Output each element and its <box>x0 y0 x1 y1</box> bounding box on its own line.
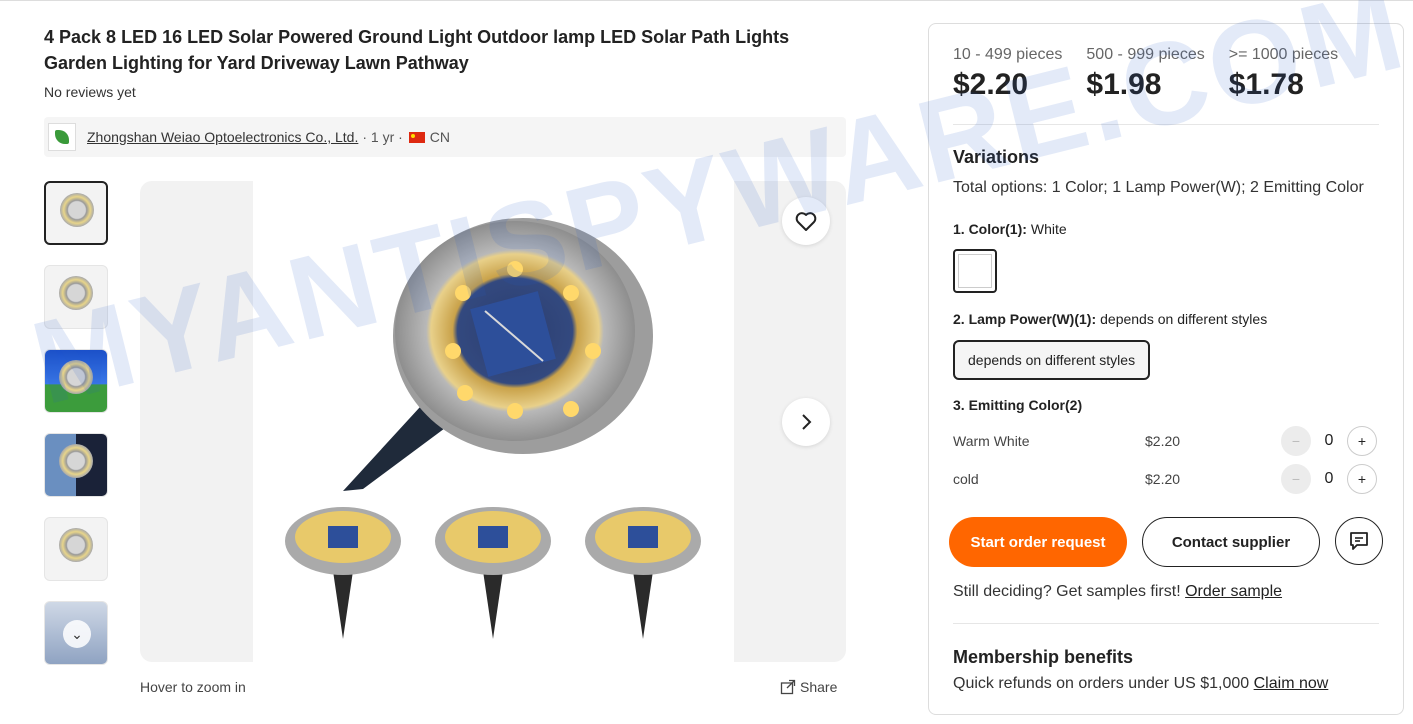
divider <box>953 623 1379 624</box>
increase-quantity-button[interactable]: + <box>1347 464 1377 494</box>
share-icon <box>780 679 796 695</box>
chat-icon <box>1350 532 1368 550</box>
color-swatch-white[interactable] <box>953 249 997 293</box>
reviews-status: No reviews yet <box>44 84 136 100</box>
tier-range: 10 - 499 pieces <box>953 46 1063 63</box>
supplier-years: · 1 yr · <box>362 129 403 145</box>
membership-text: Quick refunds on orders under US $1,000 … <box>953 675 1328 693</box>
thumbnail-list: ⌄ <box>44 181 108 685</box>
supplier-bar: Zhongshan Weiao Optoelectronics Co., Ltd… <box>44 117 846 157</box>
thumbnail-4[interactable] <box>44 433 108 497</box>
tier-range: 500 - 999 pieces <box>1086 46 1205 63</box>
tier-price: $1.98 <box>1086 68 1162 101</box>
increase-quantity-button[interactable]: + <box>1347 426 1377 456</box>
contact-supplier-button[interactable]: Contact supplier <box>1142 517 1320 567</box>
emitting-option-label: 3. Emitting Color(2) <box>953 397 1082 413</box>
purchase-panel: 10 - 499 pieces $2.20 500 - 999 pieces $… <box>928 23 1404 715</box>
supplier-logo[interactable] <box>48 123 76 151</box>
thumbnail-1[interactable] <box>44 181 108 245</box>
tier-price: $2.20 <box>953 68 1029 101</box>
thumbnail-5[interactable] <box>44 517 108 581</box>
power-label: 2. Lamp Power(W)(1): <box>953 311 1097 327</box>
divider <box>953 124 1379 125</box>
thumbnail-2[interactable] <box>44 265 108 329</box>
color-option-label: 1. Color(1): White <box>953 221 1067 237</box>
emitting-option-row: cold $2.20 − 0 + <box>953 463 1381 495</box>
tier-range: >= 1000 pieces <box>1228 46 1339 63</box>
membership-desc: Quick refunds on orders under US $1,000 <box>953 675 1250 692</box>
chevron-down-icon[interactable]: ⌄ <box>63 620 91 648</box>
supplier-country: CN <box>429 129 451 145</box>
price-tiers: 10 - 499 pieces $2.20 500 - 999 pieces $… <box>953 46 1362 102</box>
price-tier: 10 - 499 pieces $2.20 <box>953 46 1062 102</box>
option-price: $2.20 <box>1145 471 1181 487</box>
variations-title: Variations <box>953 147 1040 167</box>
order-sample-link[interactable]: Order sample <box>1185 583 1282 600</box>
thumbnail-6[interactable]: ⌄ <box>44 601 108 665</box>
tier-price: $1.78 <box>1228 68 1304 101</box>
next-image-button[interactable] <box>782 398 830 446</box>
top-divider <box>0 0 1413 1</box>
emitting-label: 3. Emitting Color(2) <box>953 397 1083 413</box>
quantity-value[interactable]: 0 <box>1311 432 1347 450</box>
chat-button[interactable] <box>1335 517 1383 565</box>
emitting-option-row: Warm White $2.20 − 0 + <box>953 425 1381 457</box>
option-price: $2.20 <box>1145 433 1181 449</box>
chevron-right-icon <box>802 414 812 430</box>
power-option-label: 2. Lamp Power(W)(1): depends on different… <box>953 311 1267 327</box>
favorite-button[interactable] <box>782 197 830 245</box>
decrease-quantity-button[interactable]: − <box>1281 426 1311 456</box>
product-image <box>253 181 734 662</box>
color-label: 1. Color(1): <box>953 221 1027 237</box>
quantity-value[interactable]: 0 <box>1311 470 1347 488</box>
price-tier: >= 1000 pieces $1.78 <box>1229 46 1338 102</box>
start-order-button[interactable]: Start order request <box>949 517 1127 567</box>
variations-total: Total options: 1 Color; 1 Lamp Power(W);… <box>953 179 1364 196</box>
samples-text: Still deciding? Get samples first! <box>953 583 1181 600</box>
power-option-chip[interactable]: depends on different styles <box>953 340 1151 380</box>
claim-now-link[interactable]: Claim now <box>1254 675 1329 692</box>
thumbnail-3[interactable] <box>44 349 108 413</box>
china-flag-icon <box>408 131 425 143</box>
color-value: White <box>1030 221 1067 237</box>
supplier-name-link[interactable]: Zhongshan Weiao Optoelectronics Co., Ltd… <box>87 129 358 145</box>
heart-icon <box>795 212 817 231</box>
power-value: depends on different styles <box>1100 311 1268 327</box>
decrease-quantity-button[interactable]: − <box>1281 464 1311 494</box>
main-image-gallery[interactable] <box>140 181 846 662</box>
option-name: cold <box>953 471 979 487</box>
membership-title: Membership benefits <box>953 647 1134 667</box>
option-name: Warm White <box>953 433 1030 449</box>
product-title: 4 Pack 8 LED 16 LED Solar Powered Ground… <box>44 27 790 73</box>
zoom-hint: Hover to zoom in <box>140 679 246 695</box>
share-button[interactable]: Share <box>780 679 837 695</box>
share-label: Share <box>800 679 838 695</box>
price-tier: 500 - 999 pieces $1.98 <box>1086 46 1204 102</box>
samples-prompt: Still deciding? Get samples first! Order… <box>953 583 1282 601</box>
